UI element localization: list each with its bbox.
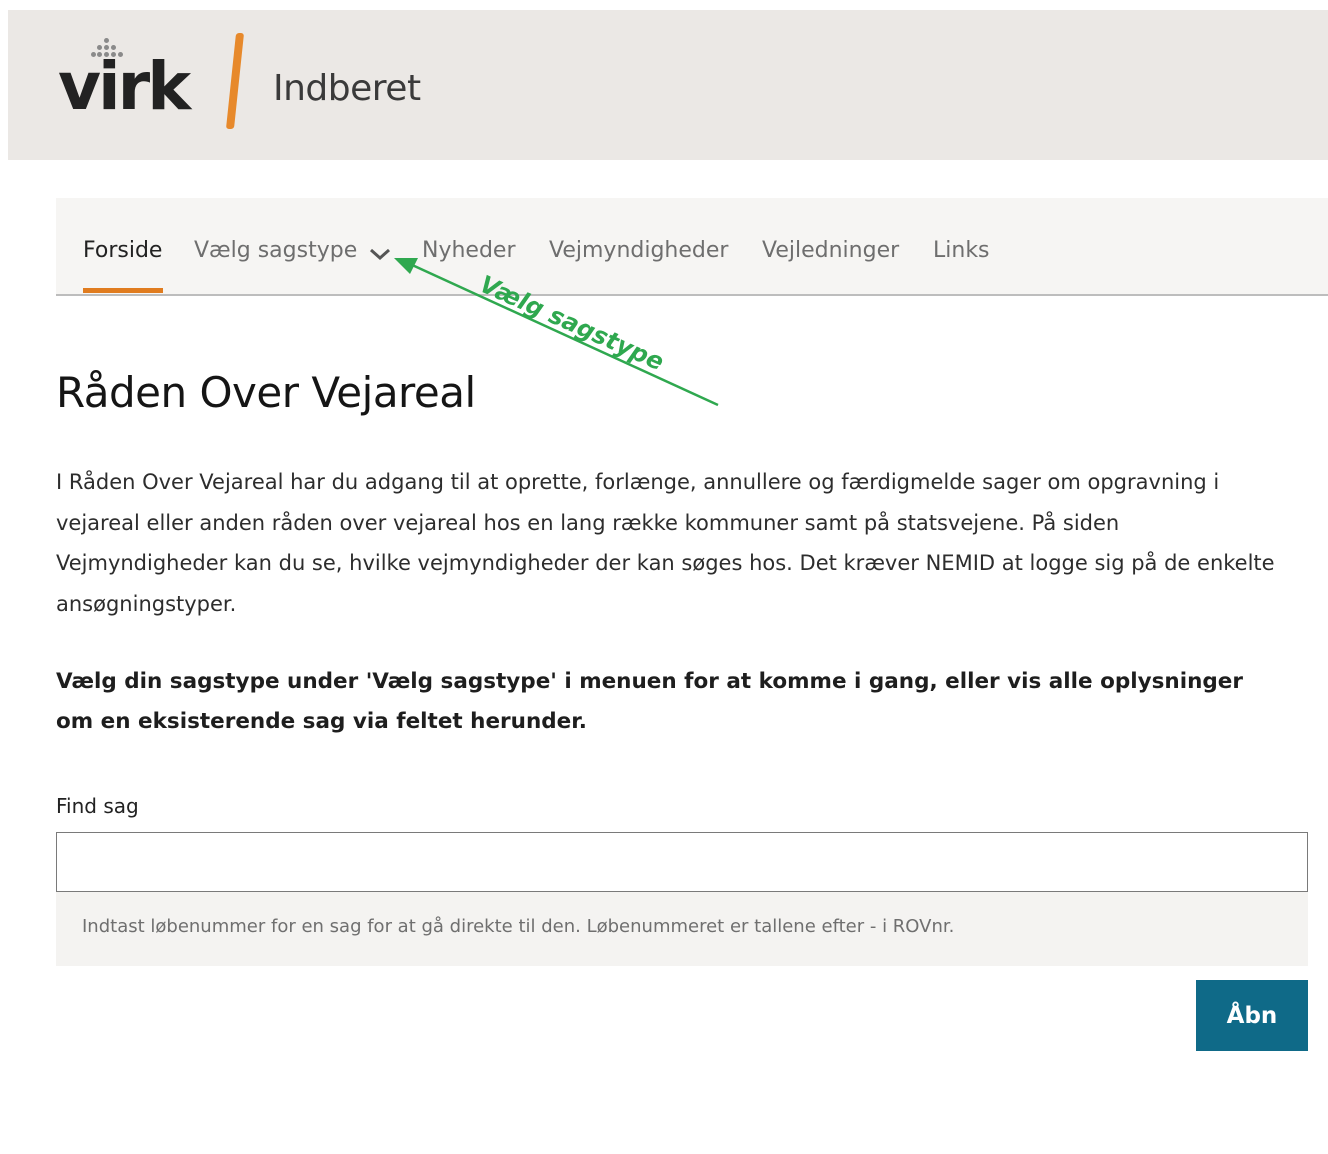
nav-active-indicator xyxy=(83,288,163,293)
virk-logo[interactable]: virk xyxy=(58,38,198,128)
app-title: Indberet xyxy=(273,68,421,109)
find-case-input[interactable] xyxy=(56,832,1308,892)
open-case-button[interactable]: Åbn xyxy=(1196,980,1308,1051)
find-case-label: Find sag xyxy=(56,794,139,818)
nav-item-vaelg-sagstype[interactable]: Vælg sagstype xyxy=(194,238,357,263)
nav-item-links[interactable]: Links xyxy=(933,238,990,263)
intro-text: I Råden Over Vejareal har du adgang til … xyxy=(56,470,1275,616)
lead-text: Vælg din sagstype under 'Vælg sagstype' … xyxy=(56,669,1243,734)
nav-item-vejledninger[interactable]: Vejledninger xyxy=(762,238,899,263)
nav-item-forside[interactable]: Forside xyxy=(83,238,162,263)
logo-divider-bar xyxy=(225,33,245,129)
find-case-help-text: Indtast løbenummer for en sag for at gå … xyxy=(56,892,1308,966)
logo-wordmark: virk xyxy=(58,48,191,125)
page-title: Råden Over Vejareal xyxy=(56,368,476,417)
site-header: virk Indberet xyxy=(8,10,1328,160)
